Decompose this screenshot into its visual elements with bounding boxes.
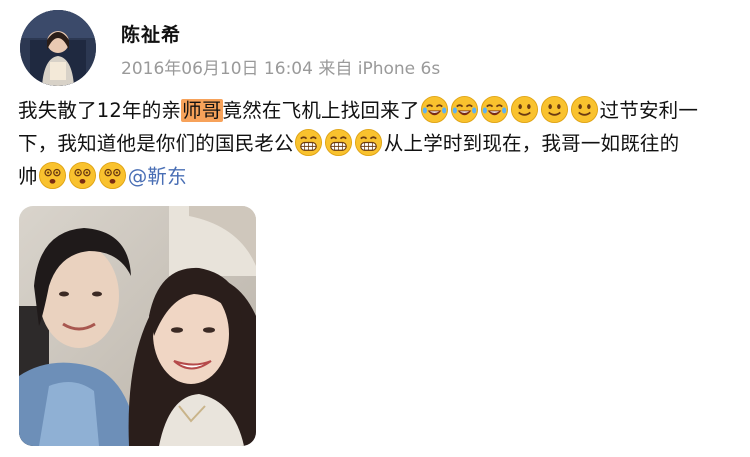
dizzy-face-emoji-icon <box>98 161 127 190</box>
post-body: 我失散了12年的亲师哥竟然在飞机上找回来了 过节安利一 下，我知道他是你们的国民老… <box>18 94 740 193</box>
grin-emoji-icon <box>354 128 383 157</box>
body-text-segment: 过节安利一 <box>599 99 699 122</box>
author-name[interactable]: 陈祉希 <box>121 20 181 47</box>
post-body-line-2: 下，我知道他是你们的国民老公 从上学时到现在，我哥一如既往的 <box>18 127 740 160</box>
laugh-cry-emoji-icon <box>480 95 509 124</box>
highlighted-term: 师哥 <box>181 99 223 122</box>
post-source-device: iPhone 6s <box>357 59 441 79</box>
dizzy-face-emoji-icon <box>68 161 97 190</box>
post-photo[interactable] <box>19 206 256 446</box>
laugh-cry-emoji-icon <box>450 95 479 124</box>
smile-emoji-icon <box>510 95 539 124</box>
smile-emoji-icon <box>540 95 569 124</box>
post-source-prefix: 来自 <box>318 59 353 79</box>
post-body-line-1: 我失散了12年的亲师哥竟然在飞机上找回来了 过节安利一 <box>18 94 740 127</box>
post-body-line-3: 帅 @靳东 <box>18 160 740 193</box>
author-avatar[interactable] <box>20 10 96 86</box>
grin-emoji-icon <box>294 128 323 157</box>
body-text-segment: 下，我知道他是你们的国民老公 <box>18 132 294 155</box>
grin-emoji-icon <box>324 128 353 157</box>
laugh-cry-emoji-icon <box>420 95 449 124</box>
dizzy-face-emoji-icon <box>38 161 67 190</box>
post-meta: 2016年06月10日 16:04 来自 iPhone 6s <box>121 54 440 79</box>
body-text-segment: 从上学时到现在，我哥一如既往的 <box>383 132 680 155</box>
mention-link[interactable]: @靳东 <box>128 165 187 188</box>
body-text-segment: 竟然在飞机上找回来了 <box>222 99 420 122</box>
post-timestamp[interactable]: 2016年06月10日 16:04 <box>121 59 313 79</box>
body-text-segment: 我失散了12年的亲 <box>18 99 182 122</box>
body-text-segment: 帅 <box>18 165 38 188</box>
smile-emoji-icon <box>570 95 599 124</box>
